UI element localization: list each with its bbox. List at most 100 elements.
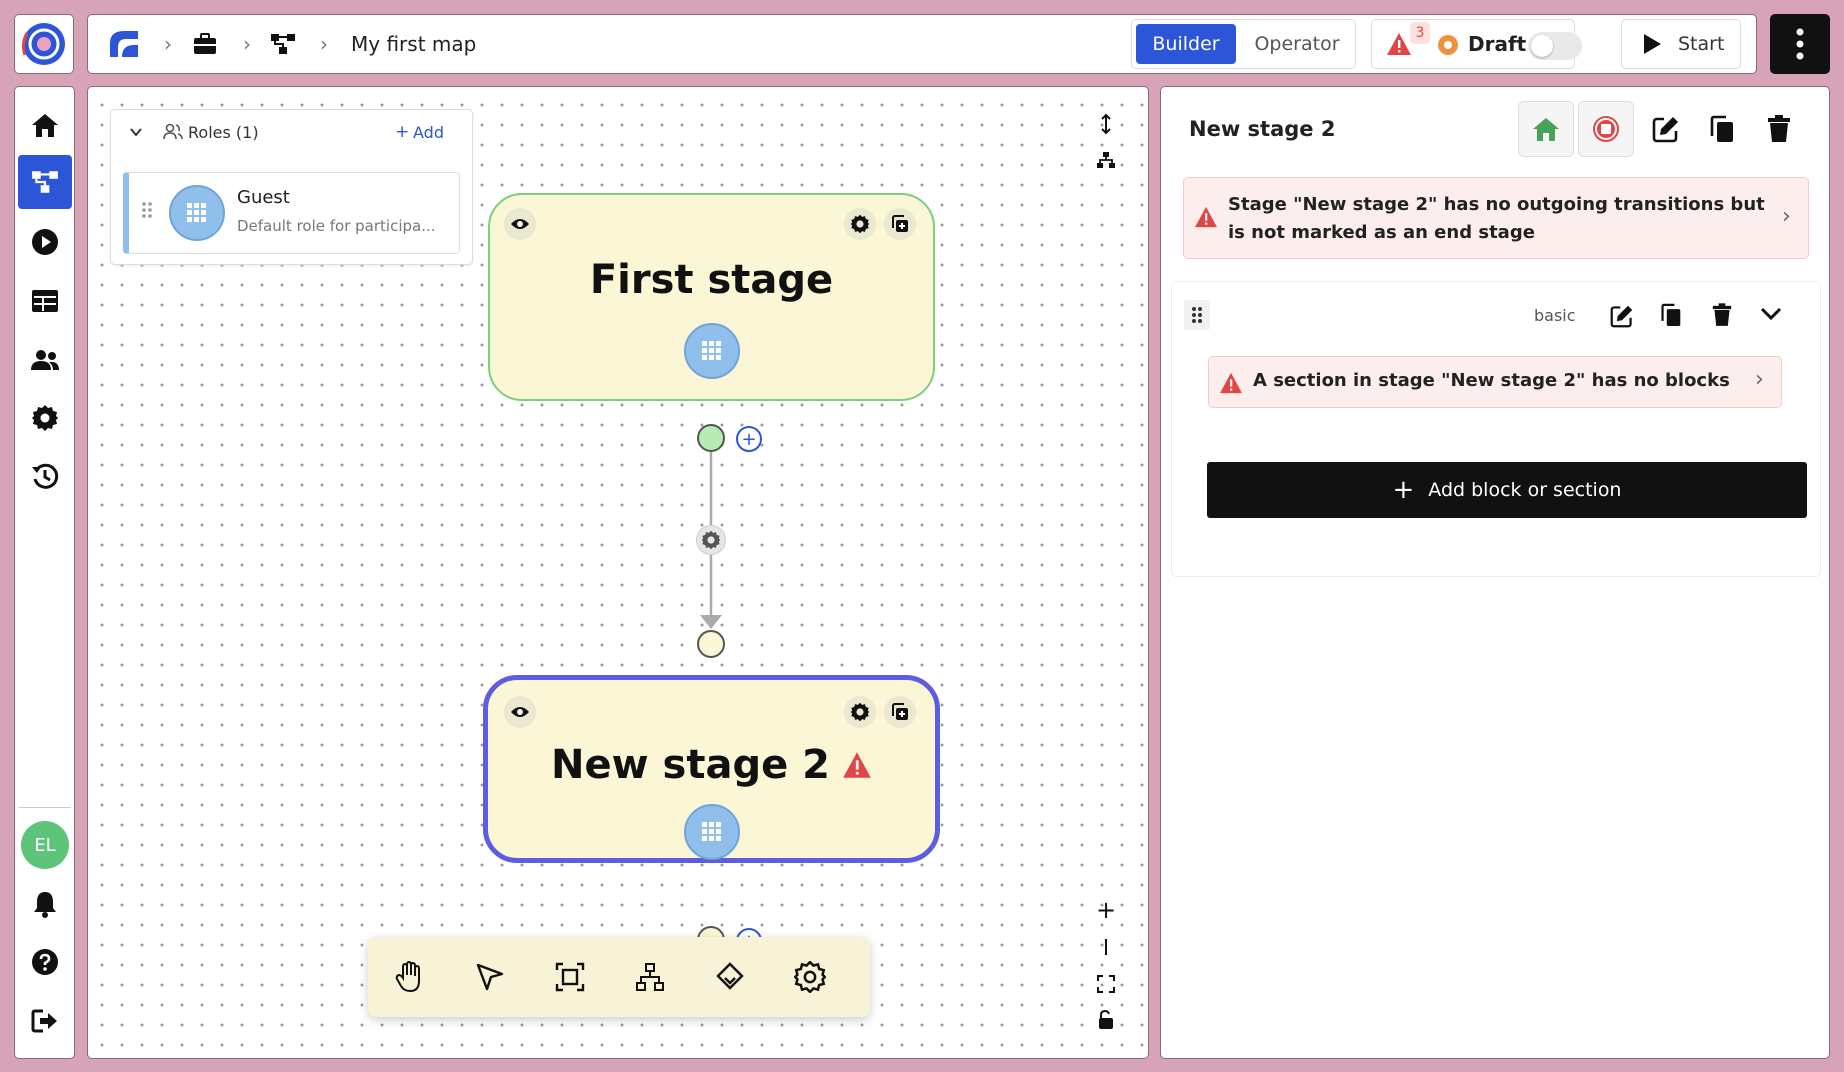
transition-settings-icon[interactable] bbox=[696, 525, 726, 555]
tab-builder[interactable]: Builder bbox=[1136, 24, 1236, 64]
add-block-or-section-button[interactable]: + Add block or section bbox=[1207, 462, 1807, 518]
fit-view-icon[interactable] bbox=[1091, 969, 1121, 999]
start-button[interactable]: Start bbox=[1621, 19, 1741, 69]
section-type-label: basic bbox=[1534, 306, 1576, 325]
stage-duplicate-icon[interactable] bbox=[884, 208, 916, 240]
briefcase-icon[interactable] bbox=[192, 32, 218, 56]
stage-settings-icon[interactable] bbox=[844, 208, 876, 240]
output-handle[interactable] bbox=[697, 424, 725, 452]
sidebar-item-logout[interactable] bbox=[15, 996, 74, 1046]
delete-stage-button[interactable] bbox=[1751, 101, 1807, 157]
draft-status-dot bbox=[1438, 35, 1458, 55]
warning-icon[interactable] bbox=[1386, 32, 1412, 56]
stage-diamond-icon[interactable] bbox=[710, 957, 750, 997]
status-label: Draft bbox=[1468, 32, 1527, 56]
sidebar-item-run[interactable] bbox=[15, 217, 74, 267]
hand-tool-icon[interactable] bbox=[390, 957, 430, 997]
stage-node-new-stage-2[interactable]: New stage 2 bbox=[483, 675, 940, 863]
copy-section-icon[interactable] bbox=[1660, 303, 1682, 327]
section-warning-alert[interactable]: A section in stage "New stage 2" has no … bbox=[1208, 356, 1782, 408]
sidebar-item-tables[interactable] bbox=[15, 276, 74, 326]
edit-section-icon[interactable] bbox=[1610, 304, 1634, 328]
section-drag-handle-icon[interactable] bbox=[1184, 300, 1210, 330]
sidebar-divider bbox=[19, 807, 71, 808]
history-icon bbox=[31, 463, 58, 489]
chevron-right-icon: › bbox=[1755, 367, 1764, 392]
select-pointer-icon[interactable] bbox=[470, 957, 510, 997]
stage-duplicate-icon[interactable] bbox=[884, 696, 916, 728]
stage-role-avatar bbox=[684, 323, 740, 379]
kebab-menu-icon bbox=[1796, 28, 1804, 60]
help-icon bbox=[31, 949, 58, 975]
table-icon bbox=[31, 290, 58, 312]
logo-icon bbox=[21, 23, 65, 65]
map-tree-icon[interactable] bbox=[270, 33, 296, 55]
issues-count-badge: 3 bbox=[1410, 22, 1430, 44]
stage-settings-icon[interactable] bbox=[844, 696, 876, 728]
stop-icon bbox=[1593, 116, 1619, 142]
sidebar-item-map-builder[interactable] bbox=[18, 155, 72, 209]
add-transition-plus-icon[interactable]: + bbox=[736, 426, 762, 452]
trash-icon bbox=[1768, 115, 1790, 142]
play-icon bbox=[1644, 34, 1661, 54]
play-circle-icon bbox=[31, 229, 58, 255]
chevron-down-icon[interactable] bbox=[1760, 307, 1782, 321]
vertical-layout-icon[interactable] bbox=[1091, 109, 1121, 139]
bell-icon bbox=[33, 892, 56, 918]
warning-icon bbox=[1220, 372, 1242, 394]
publish-toggle[interactable] bbox=[1528, 32, 1582, 60]
more-menu-button[interactable] bbox=[1770, 14, 1830, 74]
set-start-stage-button[interactable] bbox=[1518, 101, 1574, 157]
warning-icon bbox=[1195, 206, 1217, 228]
role-grid-icon bbox=[702, 822, 721, 841]
map-canvas[interactable]: Roles (1) + Add Guest Default role for p… bbox=[87, 86, 1149, 1059]
sidebar-item-history[interactable] bbox=[15, 451, 74, 501]
mode-switcher: Builder Operator bbox=[1131, 19, 1356, 69]
stage-role-avatar bbox=[684, 804, 740, 860]
stage-title: New stage 2 bbox=[551, 742, 830, 788]
add-block-label: Add block or section bbox=[1428, 479, 1622, 501]
edit-icon bbox=[1652, 117, 1678, 143]
status-group: 3 Draft bbox=[1371, 19, 1582, 69]
sidebar-item-notifications[interactable] bbox=[15, 879, 74, 929]
sidebar-item-home[interactable] bbox=[15, 100, 74, 150]
stage-title: First stage bbox=[589, 257, 834, 303]
edit-stage-button[interactable] bbox=[1638, 101, 1694, 157]
delete-section-icon[interactable] bbox=[1712, 303, 1732, 327]
zoom-in-icon[interactable]: + bbox=[1091, 895, 1121, 925]
hierarchy-icon[interactable] bbox=[630, 957, 670, 997]
set-end-stage-button[interactable] bbox=[1578, 101, 1634, 157]
transition-arrowhead bbox=[700, 615, 722, 629]
breadcrumb-separator: › bbox=[243, 32, 251, 56]
stage-warning-text: Stage "New stage 2" has no outgoing tran… bbox=[1228, 194, 1765, 243]
settings-icon bbox=[31, 405, 58, 431]
stage-title-row: New stage 2 bbox=[488, 742, 935, 788]
frame-icon[interactable] bbox=[550, 957, 590, 997]
section-warning-text: A section in stage "New stage 2" has no … bbox=[1253, 370, 1730, 391]
auto-layout-icon[interactable] bbox=[1091, 145, 1121, 175]
breadcrumb-current[interactable]: My first map bbox=[351, 32, 476, 56]
copy-icon bbox=[1710, 115, 1733, 142]
user-avatar[interactable]: EL bbox=[21, 821, 69, 869]
start-label: Start bbox=[1678, 33, 1725, 55]
chevron-right-icon: › bbox=[1782, 204, 1791, 229]
gear-icon[interactable] bbox=[790, 957, 830, 997]
sidebar-item-help[interactable] bbox=[15, 937, 74, 987]
sidebar-item-users[interactable] bbox=[15, 335, 74, 385]
stage-node-first-stage[interactable]: First stage bbox=[488, 193, 935, 401]
stage-warning-alert[interactable]: Stage "New stage 2" has no outgoing tran… bbox=[1183, 177, 1809, 259]
panel-title[interactable]: New stage 2 bbox=[1189, 117, 1335, 141]
sidebar-item-settings[interactable] bbox=[15, 393, 74, 443]
canvas-toolbar bbox=[368, 937, 870, 1017]
visibility-eye-icon[interactable] bbox=[504, 696, 536, 728]
lock-icon[interactable] bbox=[1091, 1005, 1121, 1035]
tab-operator[interactable]: Operator bbox=[1242, 24, 1352, 64]
app-logo[interactable] bbox=[14, 14, 74, 74]
input-handle[interactable] bbox=[697, 630, 725, 658]
visibility-eye-icon[interactable] bbox=[504, 208, 536, 240]
brand-icon[interactable] bbox=[108, 29, 140, 59]
map-builder-icon bbox=[32, 171, 58, 193]
top-bar: › › › My first map Builder Operator 3 Dr… bbox=[87, 14, 1757, 74]
zoom-out-icon[interactable] bbox=[1091, 932, 1121, 962]
copy-stage-button[interactable] bbox=[1694, 101, 1750, 157]
